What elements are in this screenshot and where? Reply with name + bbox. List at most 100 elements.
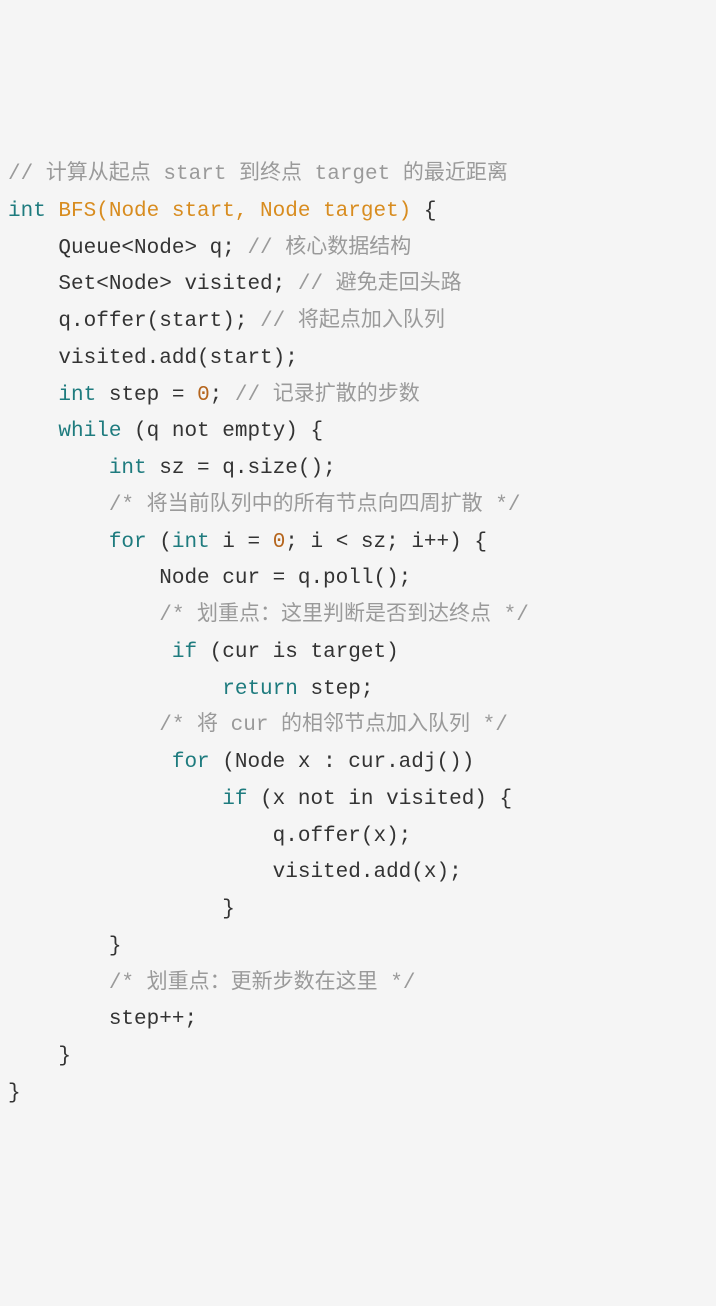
keyword-token: int bbox=[8, 200, 46, 223]
comment-token: // 记录扩散的步数 bbox=[235, 384, 420, 407]
indent bbox=[8, 310, 58, 333]
code-line: /* 将当前队列中的所有节点向四周扩散 */ bbox=[8, 488, 708, 525]
plain-token: ; i < sz; i++) { bbox=[285, 531, 487, 554]
comment-token: // 计算从起点 start 到终点 target 的最近距离 bbox=[8, 163, 508, 186]
indent bbox=[8, 788, 210, 811]
code-line: if (x not in visited) { bbox=[8, 782, 708, 819]
code-line: int step = 0; // 记录扩散的步数 bbox=[8, 378, 708, 415]
num-token: 0 bbox=[197, 384, 210, 407]
code-line: if (cur is target) bbox=[8, 635, 708, 672]
plain-token: step = bbox=[96, 384, 197, 407]
plain-token: Node cur = q.poll(); bbox=[159, 567, 411, 590]
code-line: } bbox=[8, 929, 708, 966]
keyword-token: return bbox=[222, 678, 298, 701]
comment-token: /* 将 cur 的相邻节点加入队列 */ bbox=[159, 714, 508, 737]
plain-token: } bbox=[109, 935, 122, 958]
plain-token: ; bbox=[210, 384, 235, 407]
code-line: } bbox=[8, 1039, 708, 1076]
code-line: Queue<Node> q; // 核心数据结构 bbox=[8, 231, 708, 268]
plain-token: Set<Node> visited; bbox=[58, 273, 297, 296]
indent bbox=[8, 678, 210, 701]
keyword-token: while bbox=[58, 420, 121, 443]
plain-token: step; bbox=[298, 678, 374, 701]
plain-token: visited.add(x); bbox=[260, 861, 462, 884]
indent bbox=[8, 567, 159, 590]
code-line: // 计算从起点 start 到终点 target 的最近距离 bbox=[8, 157, 708, 194]
plain-token: (Node x : cur.adj()) bbox=[210, 751, 475, 774]
code-line: q.offer(start); // 将起点加入队列 bbox=[8, 304, 708, 341]
indent bbox=[8, 457, 109, 480]
code-line: Node cur = q.poll(); bbox=[8, 561, 708, 598]
plain-token: (q not empty) { bbox=[121, 420, 323, 443]
params-token: (Node start, Node target) bbox=[96, 200, 411, 223]
plain-token: (cur is target) bbox=[197, 641, 399, 664]
code-line: step++; bbox=[8, 1002, 708, 1039]
plain-token: q.offer(x); bbox=[260, 825, 411, 848]
plain-token: q.offer(start); bbox=[58, 310, 260, 333]
code-line: return step; bbox=[8, 672, 708, 709]
comment-token: // 将起点加入队列 bbox=[260, 310, 445, 333]
indent bbox=[8, 531, 109, 554]
indent bbox=[8, 641, 159, 664]
code-line: } bbox=[8, 1076, 708, 1113]
code-line: /* 将 cur 的相邻节点加入队列 */ bbox=[8, 708, 708, 745]
keyword-token: for bbox=[172, 751, 210, 774]
indent bbox=[8, 384, 58, 407]
plain-token: i = bbox=[210, 531, 273, 554]
keyword-token: if bbox=[222, 788, 247, 811]
indent bbox=[8, 494, 109, 517]
indent bbox=[8, 714, 159, 737]
code-line: Set<Node> visited; // 避免走回头路 bbox=[8, 267, 708, 304]
indent bbox=[8, 1008, 109, 1031]
indent bbox=[8, 237, 58, 260]
code-line: int BFS(Node start, Node target) { bbox=[8, 194, 708, 231]
code-line: int sz = q.size(); bbox=[8, 451, 708, 488]
indent bbox=[8, 1045, 58, 1068]
plain-token: visited.add(start); bbox=[58, 347, 297, 370]
indent bbox=[8, 347, 58, 370]
plain-token: ( bbox=[147, 531, 172, 554]
plain-token: (x not in visited) { bbox=[247, 788, 512, 811]
indent bbox=[8, 420, 58, 443]
comment-token: /* 划重点：更新步数在这里 */ bbox=[109, 972, 416, 995]
plain-token bbox=[46, 200, 59, 223]
code-line: visited.add(x); bbox=[8, 855, 708, 892]
code-line: for (Node x : cur.adj()) bbox=[8, 745, 708, 782]
num-token: 0 bbox=[273, 531, 286, 554]
plain-token bbox=[159, 751, 172, 774]
code-line: /* 划重点：更新步数在这里 */ bbox=[8, 966, 708, 1003]
code-line: while (q not empty) { bbox=[8, 414, 708, 451]
comment-token: /* 将当前队列中的所有节点向四周扩散 */ bbox=[109, 494, 521, 517]
indent bbox=[8, 825, 260, 848]
keyword-token: int bbox=[172, 531, 210, 554]
keyword-token: for bbox=[109, 531, 147, 554]
plain-token: } bbox=[210, 898, 235, 921]
keyword-token: int bbox=[58, 384, 96, 407]
comment-token: /* 划重点：这里判断是否到达终点 */ bbox=[159, 604, 529, 627]
comment-token: // 避免走回头路 bbox=[298, 273, 462, 296]
code-line: } bbox=[8, 892, 708, 929]
indent bbox=[8, 972, 109, 995]
plain-token bbox=[210, 788, 223, 811]
plain-token: step++; bbox=[109, 1008, 197, 1031]
plain-token: { bbox=[411, 200, 436, 223]
keyword-token: if bbox=[172, 641, 197, 664]
plain-token bbox=[210, 678, 223, 701]
indent bbox=[8, 861, 260, 884]
code-block: // 计算从起点 start 到终点 target 的最近距离int BFS(N… bbox=[8, 157, 708, 1113]
code-line: for (int i = 0; i < sz; i++) { bbox=[8, 525, 708, 562]
plain-token: } bbox=[8, 1082, 21, 1105]
indent bbox=[8, 751, 159, 774]
indent bbox=[8, 273, 58, 296]
comment-token: // 核心数据结构 bbox=[247, 237, 411, 260]
keyword-token: int bbox=[109, 457, 147, 480]
func-token: BFS bbox=[58, 200, 96, 223]
plain-token: } bbox=[58, 1045, 71, 1068]
code-line: /* 划重点：这里判断是否到达终点 */ bbox=[8, 598, 708, 635]
plain-token: sz = q.size(); bbox=[147, 457, 336, 480]
code-line: visited.add(start); bbox=[8, 341, 708, 378]
code-line: q.offer(x); bbox=[8, 819, 708, 856]
indent bbox=[8, 604, 159, 627]
plain-token bbox=[159, 641, 172, 664]
plain-token: Queue<Node> q; bbox=[58, 237, 247, 260]
